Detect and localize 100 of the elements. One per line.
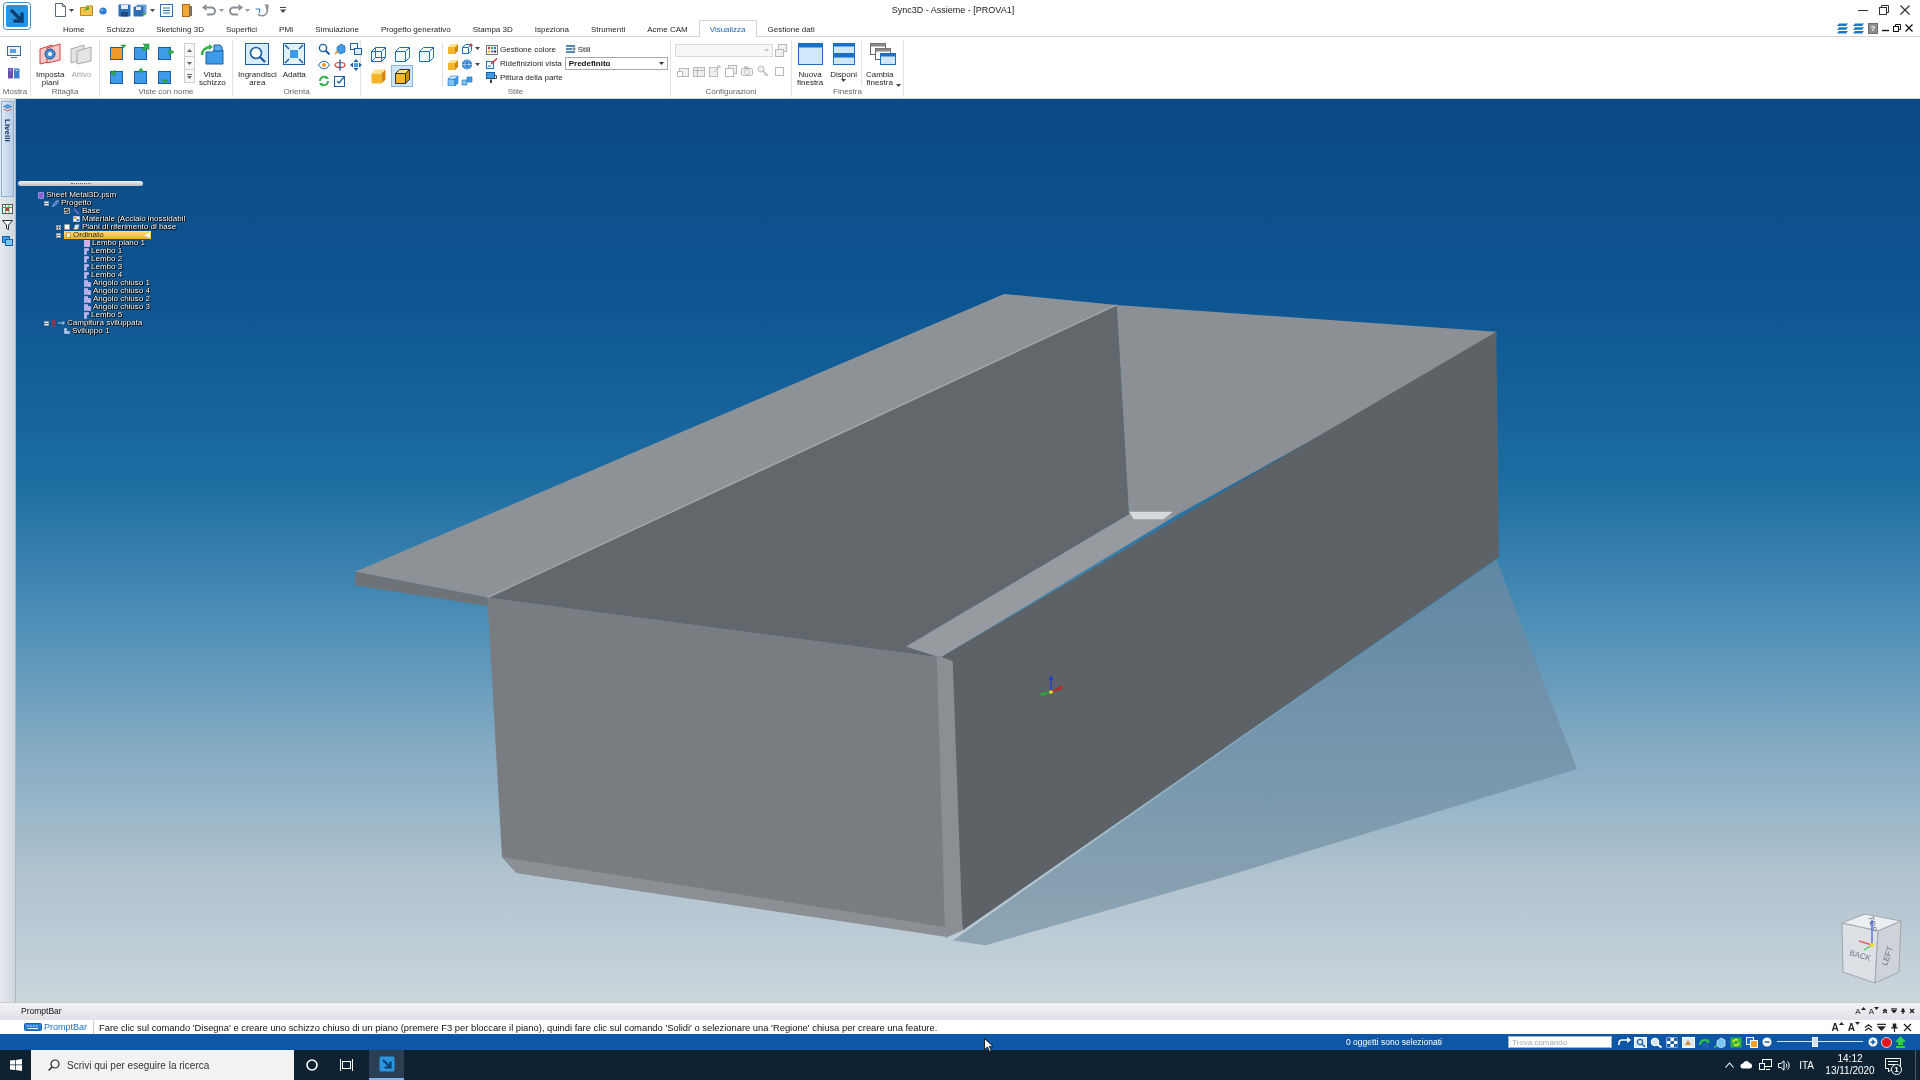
new-window-button[interactable]: Nuova finestra bbox=[797, 43, 824, 87]
tree-item[interactable]: Piani di riferimento di base bbox=[73, 223, 178, 231]
square-arrow-icon[interactable] bbox=[109, 43, 127, 60]
windows-icon[interactable] bbox=[349, 43, 362, 55]
clock[interactable]: 14:12 13/11/2020 bbox=[1826, 1053, 1874, 1077]
style-dropdown[interactable]: Predefinito bbox=[564, 57, 668, 70]
gallery-more-button[interactable] bbox=[184, 69, 195, 83]
glass-cube-icon[interactable] bbox=[447, 75, 459, 86]
network-icon[interactable] bbox=[1759, 1059, 1773, 1071]
style-command-button[interactable]: Ridefinizioni vista bbox=[486, 56, 563, 70]
close-icon[interactable] bbox=[1905, 24, 1913, 32]
app-logo-icon[interactable] bbox=[3, 2, 31, 30]
tree-item[interactable]: Progetto bbox=[52, 199, 93, 207]
tree-item[interactable]: Lembo 1 bbox=[84, 247, 124, 255]
tree-item[interactable]: Materiale (Acciaio inossidabil bbox=[73, 215, 187, 223]
tree-item[interactable]: Ordinato bbox=[64, 231, 151, 239]
tree-item[interactable]: Lembo 3 bbox=[84, 263, 124, 271]
outline-cube-icon[interactable] bbox=[461, 43, 473, 54]
list-icon[interactable] bbox=[160, 3, 173, 17]
styles-button[interactable]: Stili bbox=[564, 43, 668, 55]
undo-icon[interactable] bbox=[202, 4, 216, 16]
new-document-icon[interactable] bbox=[55, 3, 66, 17]
cloud-icon[interactable] bbox=[1740, 1061, 1754, 1069]
forward-arrow-icon[interactable] bbox=[1617, 1036, 1631, 1048]
slider-thumb[interactable] bbox=[1811, 1037, 1818, 1047]
decrease-font-button[interactable]: A bbox=[1868, 1006, 1879, 1016]
ribbon-tab[interactable]: Ispeziona bbox=[523, 20, 580, 37]
tree-item[interactable]: Campitura sviluppata bbox=[58, 319, 144, 327]
tree-item[interactable]: Sviluppo 1 bbox=[64, 327, 111, 335]
square-arrow-icon[interactable] bbox=[133, 43, 151, 60]
move-icon[interactable] bbox=[349, 59, 362, 71]
zoom-area-button[interactable]: Ingrandisci area bbox=[238, 43, 277, 87]
pin-icon[interactable] bbox=[1900, 1008, 1906, 1014]
increase-font-button[interactable]: A bbox=[1831, 1021, 1844, 1033]
checklist-icon[interactable] bbox=[333, 75, 346, 87]
image-icon[interactable] bbox=[1681, 1036, 1695, 1048]
refresh-icon[interactable] bbox=[317, 75, 330, 87]
tree-item[interactable]: Lembo piano 1 bbox=[84, 239, 146, 247]
chevron-up-icon[interactable] bbox=[1725, 1062, 1735, 1068]
ribbon-tab[interactable]: Gestione dati bbox=[756, 20, 826, 37]
stacked-sheets-icon[interactable] bbox=[1836, 22, 1848, 34]
style-command-button[interactable]: Pittura della parte bbox=[486, 70, 563, 84]
ribbon-tab[interactable]: Superfici bbox=[214, 20, 269, 37]
refresh-icon[interactable] bbox=[1729, 1036, 1743, 1048]
history-icon[interactable] bbox=[255, 3, 269, 17]
upload-arrow-icon[interactable] bbox=[1894, 1036, 1906, 1048]
stacked-sheets-icon[interactable] bbox=[1852, 22, 1864, 34]
tree-item[interactable]: Lembo 2 bbox=[84, 255, 124, 263]
dropdown-icon[interactable] bbox=[1877, 1022, 1886, 1032]
checker-icon[interactable] bbox=[1665, 1036, 1679, 1048]
dropdown-icon[interactable] bbox=[1891, 1008, 1897, 1014]
ribbon-tab[interactable]: Strumenti bbox=[580, 20, 637, 37]
speaker-icon[interactable] bbox=[1778, 1059, 1791, 1071]
tree-item[interactable]: Angolo chiuso 4 bbox=[84, 287, 151, 295]
save-all-icon[interactable] bbox=[133, 3, 147, 17]
close-icon[interactable] bbox=[1903, 1022, 1912, 1032]
ribbon-tab[interactable]: Sketching 3D bbox=[145, 20, 215, 37]
overlap-squares-icon[interactable] bbox=[1745, 1036, 1759, 1048]
restore-icon[interactable] bbox=[1879, 5, 1889, 15]
tree-item[interactable]: Lembo 4 bbox=[84, 271, 124, 279]
filter-icon[interactable] bbox=[2, 220, 13, 230]
cube-arrow-icon[interactable] bbox=[1713, 1036, 1727, 1048]
ribbon-tab[interactable]: PMI bbox=[268, 20, 305, 37]
notification-button[interactable]: 1 bbox=[1884, 1056, 1902, 1074]
screen-icon[interactable] bbox=[7, 46, 21, 58]
shaded-cube-icon[interactable] bbox=[447, 59, 459, 70]
input-language[interactable]: ITA bbox=[1799, 1059, 1814, 1071]
pin-icon[interactable] bbox=[1890, 1022, 1899, 1032]
sketch-view-button[interactable]: Vista schizzo bbox=[199, 43, 226, 87]
panel-splitter[interactable] bbox=[18, 181, 143, 186]
ribbon-tab[interactable]: Stampa 3D bbox=[461, 20, 524, 37]
collapse-icon[interactable] bbox=[44, 320, 49, 326]
view-style-button[interactable] bbox=[391, 65, 413, 87]
double-chevron-icon[interactable] bbox=[1882, 1008, 1888, 1014]
zoom-slider[interactable] bbox=[1776, 1037, 1863, 1047]
decrease-font-button[interactable]: A bbox=[1847, 1021, 1860, 1033]
save-icon[interactable] bbox=[118, 3, 131, 17]
expand-icon[interactable] bbox=[56, 224, 61, 230]
cube-pair-icon[interactable] bbox=[461, 75, 473, 86]
ribbon-tab[interactable]: Simulazione bbox=[304, 20, 370, 37]
redo-icon[interactable] bbox=[229, 4, 243, 16]
command-search-field[interactable]: Trova comando bbox=[1507, 1036, 1612, 1048]
globe-icon[interactable] bbox=[461, 59, 473, 70]
tree-item[interactable]: Sheet Metal3D.psm bbox=[38, 191, 118, 199]
tree-item[interactable]: Base bbox=[73, 207, 102, 215]
windows-icon[interactable] bbox=[2, 236, 13, 246]
zoom-area-icon[interactable] bbox=[1633, 1036, 1647, 1048]
collapse-icon[interactable] bbox=[44, 200, 49, 206]
close-icon[interactable] bbox=[1909, 1008, 1915, 1014]
side-tab[interactable]: Livelli bbox=[1, 101, 14, 197]
books-icon[interactable] bbox=[7, 67, 21, 79]
set-planes-button[interactable]: Imposta piani bbox=[36, 43, 65, 87]
ribbon-tab[interactable]: Visualizza bbox=[698, 20, 757, 37]
cube-arrow-icon[interactable] bbox=[333, 43, 346, 55]
eye-icon[interactable] bbox=[317, 59, 330, 71]
checkbox-icon[interactable] bbox=[773, 65, 785, 77]
style-command-button[interactable]: Gestione colore bbox=[486, 42, 563, 56]
close-icon[interactable] bbox=[1900, 5, 1910, 15]
ribbon-tab[interactable]: Progetto generativo bbox=[369, 20, 462, 37]
ribbon-tab[interactable]: Home bbox=[52, 20, 96, 37]
